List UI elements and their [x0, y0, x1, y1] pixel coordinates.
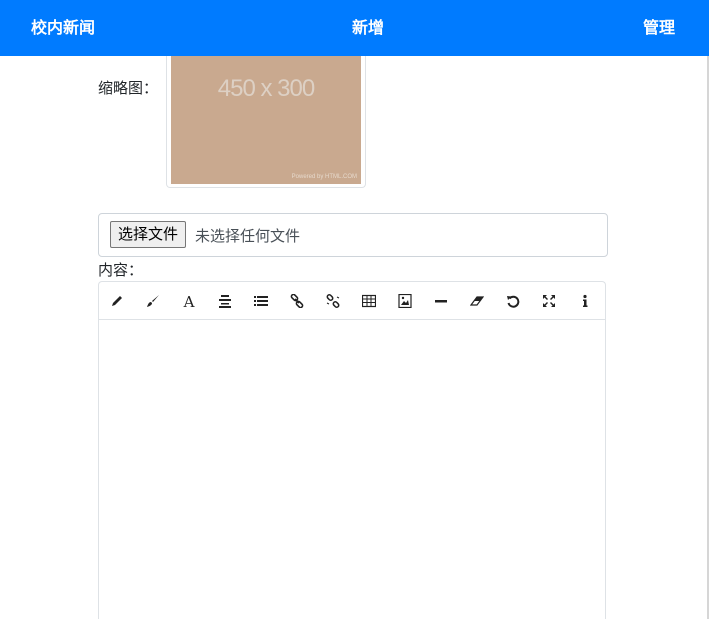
- eraser-icon: [470, 296, 484, 306]
- toolbar-pencil-button[interactable]: [107, 291, 127, 311]
- toolbar-link-button[interactable]: [287, 291, 307, 311]
- page-title: 新增: [352, 18, 385, 37]
- toolbar-fullscreen-button[interactable]: [539, 291, 559, 311]
- image-icon: [398, 294, 412, 308]
- thumbnail-placeholder-credit: Powered by HTML.COM: [291, 174, 357, 180]
- rich-text-editor: A: [98, 281, 606, 619]
- editor-content-area[interactable]: [99, 320, 605, 620]
- thumbnail-placeholder-text: 450 x 300: [217, 75, 315, 102]
- svg-text:A: A: [183, 294, 195, 308]
- toolbar-undo-button[interactable]: [503, 291, 523, 311]
- editor-toolbar: A: [99, 282, 605, 320]
- thumbnail-label: 缩略图：: [98, 79, 159, 97]
- content-label: 内容：: [98, 261, 144, 279]
- link-icon: [290, 294, 304, 308]
- toolbar-info-button[interactable]: [575, 291, 595, 311]
- toolbar-unlink-button[interactable]: [323, 291, 343, 311]
- list-icon: [254, 296, 268, 306]
- fullscreen-icon: [543, 295, 555, 307]
- font-icon: A: [183, 294, 195, 308]
- manage-link[interactable]: 管理: [643, 18, 675, 38]
- toolbar-brush-button[interactable]: [143, 291, 163, 311]
- toolbar-table-button[interactable]: [359, 291, 379, 311]
- brush-icon: [147, 295, 159, 307]
- toolbar-image-button[interactable]: [395, 291, 415, 311]
- brand-link[interactable]: 校内新闻: [31, 18, 95, 38]
- toolbar-eraser-button[interactable]: [467, 291, 487, 311]
- choose-file-button[interactable]: 选择文件: [110, 221, 187, 248]
- top-navbar: 校内新闻 新增 管理: [0, 0, 709, 56]
- file-status-text: 未选择任何文件: [195, 227, 301, 245]
- toolbar-hr-button[interactable]: [431, 291, 451, 311]
- unlink-icon: [326, 294, 340, 308]
- horizontal-rule-icon: [435, 300, 447, 303]
- table-icon: [362, 294, 376, 308]
- thumbnail-image: 450 x 300 Powered by HTML.COM: [171, 56, 361, 184]
- undo-icon: [507, 295, 520, 308]
- toolbar-list-button[interactable]: [251, 291, 271, 311]
- toolbar-font-button[interactable]: A: [179, 291, 199, 311]
- file-input[interactable]: 选择文件 未选择任何文件: [98, 213, 608, 257]
- toolbar-align-button[interactable]: [215, 291, 235, 311]
- align-center-icon: [219, 295, 231, 308]
- pencil-icon: [112, 296, 122, 306]
- info-icon: [583, 294, 588, 307]
